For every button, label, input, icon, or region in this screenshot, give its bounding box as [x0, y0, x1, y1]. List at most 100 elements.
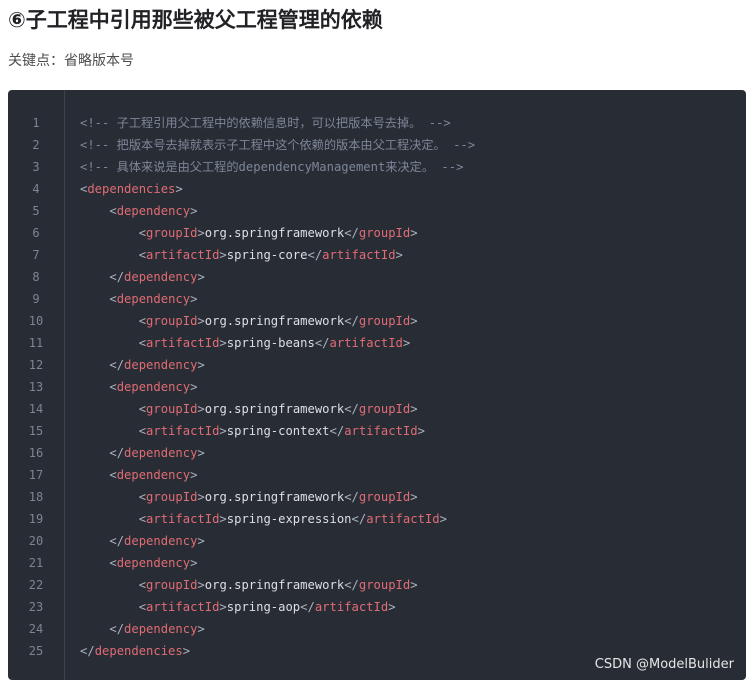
tag-bracket: >: [410, 314, 418, 328]
tag-name: groupId: [358, 314, 411, 328]
tag-name: dependency: [124, 270, 198, 284]
artifact-id-value: spring-aop: [226, 600, 301, 614]
tag-name: artifactId: [366, 512, 440, 526]
tag-bracket: <: [138, 226, 147, 240]
tag-bracket: >: [197, 402, 205, 416]
tag-bracket: <: [138, 402, 147, 416]
code-line: <dependency>: [80, 376, 738, 398]
code-line: </dependency>: [80, 442, 738, 464]
line-number: 1: [32, 116, 40, 130]
tag-bracket: <: [138, 424, 147, 438]
key-point-text: 关键点：省略版本号: [8, 53, 134, 69]
tag-name: groupId: [358, 402, 411, 416]
line-number: 17: [28, 468, 44, 482]
tag-bracket: </: [314, 336, 330, 350]
line-number: 5: [32, 204, 40, 218]
line-number: 13: [28, 380, 44, 394]
tag-name: artifactId: [344, 424, 418, 438]
tag-bracket: </: [344, 490, 359, 504]
tag-bracket: >: [197, 314, 205, 328]
line-number: 19: [28, 512, 44, 526]
code-line: <dependency>: [80, 552, 738, 574]
tag-bracket: <: [109, 380, 117, 394]
line-number: 15: [28, 424, 44, 438]
line-number: 14: [28, 402, 44, 416]
group-id-value: org.springframework: [204, 402, 345, 416]
tag-bracket: <: [138, 314, 147, 328]
tag-bracket: >: [197, 358, 205, 372]
artifact-id-value: spring-core: [226, 248, 308, 262]
tag-name: groupId: [358, 490, 411, 504]
code-block[interactable]: 1 2 3 4 5 6 7 8 9 10 11 12 13 14 15 16 17 18 19 20 21 22 23 24 2…: [8, 90, 746, 680]
line-number: 18: [28, 490, 44, 504]
line-number: 6: [32, 226, 40, 240]
tag-bracket: >: [410, 226, 418, 240]
tag-bracket: <: [138, 600, 147, 614]
code-line: <groupId>org.springframework</groupId>: [80, 222, 738, 244]
code-line: </dependency>: [80, 618, 738, 640]
line-number: 12: [28, 358, 44, 372]
tag-bracket: >: [410, 578, 418, 592]
artifact-id-value: spring-beans: [226, 336, 315, 350]
tag-bracket: </: [344, 578, 359, 592]
code-line: <artifactId>spring-aop</artifactId>: [80, 596, 738, 618]
line-number: 23: [28, 600, 44, 614]
group-id-value: org.springframework: [204, 490, 345, 504]
code-line: <groupId>org.springframework</groupId>: [80, 486, 738, 508]
code-line: </dependency>: [80, 530, 738, 552]
code-line: <!-- 把版本号去掉就表示子工程中这个依赖的版本由父工程决定。 -->: [80, 134, 738, 156]
tag-name: dependencies: [87, 182, 176, 196]
tag-name: groupId: [146, 490, 198, 504]
line-number: 9: [32, 292, 40, 306]
tag-bracket: >: [182, 644, 191, 658]
tag-bracket: >: [219, 600, 227, 614]
line-number: 24: [28, 622, 44, 636]
tag-name: dependency: [124, 534, 198, 548]
tag-bracket: >: [197, 490, 205, 504]
tag-bracket: >: [219, 424, 227, 438]
tag-bracket: >: [417, 424, 425, 438]
code-comment: <!-- 子工程引用父工程中的依赖信息时，可以把版本号去掉。 -->: [80, 116, 451, 130]
code-line: <dependency>: [80, 464, 738, 486]
tag-bracket: >: [410, 490, 418, 504]
tag-bracket: </: [109, 622, 125, 636]
tag-bracket: >: [197, 270, 205, 284]
tag-bracket: >: [388, 600, 396, 614]
tag-bracket: <: [138, 512, 147, 526]
code-line: <artifactId>spring-context</artifactId>: [80, 420, 738, 442]
tag-bracket: >: [197, 226, 205, 240]
tag-bracket: </: [109, 270, 125, 284]
article-heading: ⑥子工程中引用那些被父工程管理的依赖: [8, 8, 383, 32]
tag-bracket: >: [219, 336, 227, 350]
group-id-value: org.springframework: [204, 314, 345, 328]
tag-bracket: >: [439, 512, 447, 526]
tag-name: dependency: [116, 556, 191, 570]
tag-bracket: <: [138, 490, 147, 504]
line-number-gutter: 1 2 3 4 5 6 7 8 9 10 11 12 13 14 15 16 17 18 19 20 21 22 23 24 2…: [8, 112, 64, 662]
tag-bracket: <: [138, 578, 147, 592]
line-number: 10: [28, 314, 44, 328]
code-line: <artifactId>spring-beans</artifactId>: [80, 332, 738, 354]
artifact-id-value: spring-context: [226, 424, 330, 438]
tag-bracket: </: [344, 402, 359, 416]
code-line: <dependency>: [80, 288, 738, 310]
tag-name: artifactId: [146, 248, 220, 262]
code-line: <groupId>org.springframework</groupId>: [80, 398, 738, 420]
line-number: 16: [28, 446, 44, 460]
line-number: 8: [32, 270, 40, 284]
tag-bracket: >: [197, 622, 205, 636]
tag-bracket: <: [138, 248, 147, 262]
line-number: 2: [32, 138, 40, 152]
